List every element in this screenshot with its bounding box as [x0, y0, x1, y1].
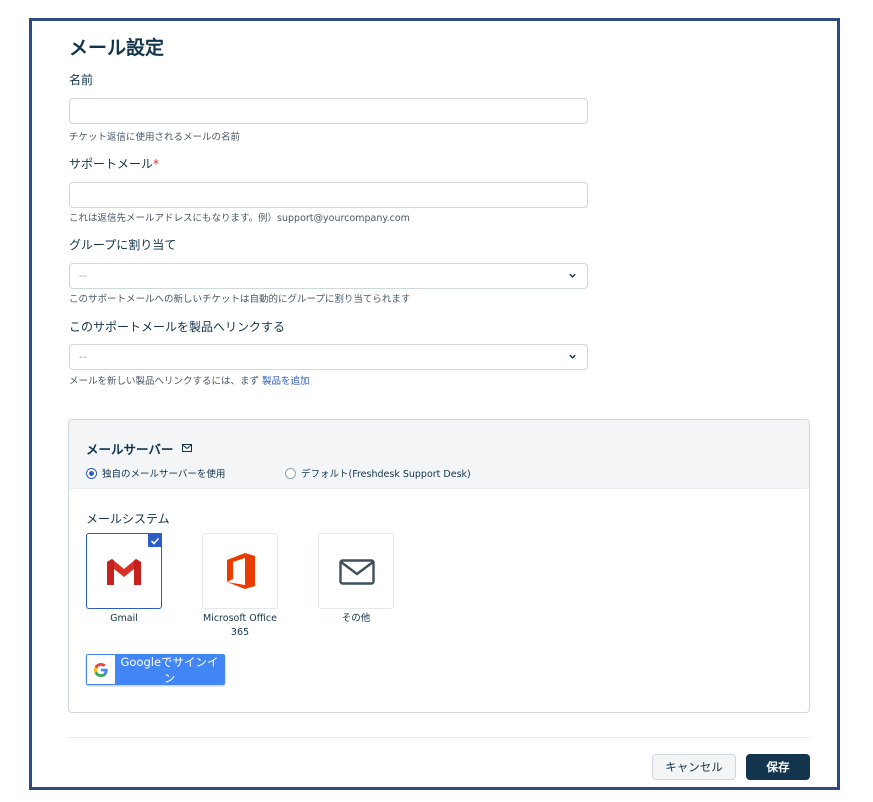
envelope-icon — [182, 444, 192, 452]
mail-system-other[interactable] — [318, 533, 394, 609]
radio-selected-icon[interactable] — [86, 467, 97, 479]
product-select[interactable]: -- — [69, 344, 588, 370]
chevron-down-icon — [569, 354, 576, 359]
mail-server-title: メールサーバー — [86, 442, 174, 457]
mail-system-label: メールシステム — [86, 512, 170, 526]
google-g-icon — [87, 655, 115, 684]
name-hint: チケット返信に使用されるメールの名前 — [69, 132, 241, 143]
group-select[interactable]: -- — [69, 263, 588, 289]
selected-check-icon — [148, 533, 162, 547]
mail-server-header: メールサーバー 独自のメールサーバーを使用 デフォルト(Freshdesk Su… — [69, 420, 809, 489]
other-label: その他 — [341, 613, 371, 624]
mail-system-office365[interactable] — [202, 533, 278, 609]
product-select-value: -- — [79, 350, 87, 363]
add-product-link[interactable]: 製品を追加 — [262, 376, 310, 387]
name-label: 名前 — [69, 73, 94, 87]
gmail-icon — [107, 559, 141, 585]
gmail-label: Gmail — [110, 613, 138, 624]
cancel-button[interactable]: キャンセル — [652, 754, 736, 780]
product-label: このサポートメールを製品へリンクする — [69, 320, 286, 334]
group-label: グループに割り当て — [69, 238, 177, 252]
support-email-hint: これは返信先メールアドレスにもなります。例）support@yourcompan… — [69, 213, 410, 224]
mail-system-gmail[interactable] — [86, 533, 162, 609]
google-signin-label: Googleでサインイン — [120, 654, 219, 685]
support-email-input[interactable] — [69, 182, 588, 208]
office-icon — [227, 553, 255, 589]
radio-default-server-label: デフォルト(Freshdesk Support Desk) — [301, 469, 471, 480]
support-email-label: サポートメール* — [69, 157, 160, 171]
group-select-value: -- — [79, 269, 87, 282]
footer-divider — [68, 737, 810, 738]
mail-server-panel: メールサーバー 独自のメールサーバーを使用 デフォルト(Freshdesk Su… — [68, 419, 810, 713]
radio-own-server-label: 独自のメールサーバーを使用 — [102, 469, 226, 480]
chevron-down-icon — [569, 273, 576, 278]
radio-unselected-icon[interactable] — [285, 467, 296, 479]
mail-icon — [339, 559, 375, 585]
radio-default-server[interactable]: デフォルト(Freshdesk Support Desk) — [285, 466, 471, 480]
product-hint: メールを新しい製品へリンクするには、まず 製品を追加 — [69, 376, 310, 387]
group-hint: このサポートメールへの新しいチケットは自動的にグループに割り当てられます — [69, 294, 411, 305]
save-button[interactable]: 保存 — [746, 754, 810, 780]
name-input[interactable] — [69, 98, 588, 124]
page-title: メール設定 — [69, 37, 165, 59]
settings-dialog: メール設定 名前 チケット返信に使用されるメールの名前 サポートメール* これは… — [29, 18, 840, 790]
radio-own-server[interactable]: 独自のメールサーバーを使用 — [86, 466, 225, 480]
office365-label: Microsoft Office 365 — [203, 613, 277, 638]
google-signin-button[interactable]: Googleでサインイン — [86, 654, 225, 685]
required-mark: * — [153, 157, 160, 171]
